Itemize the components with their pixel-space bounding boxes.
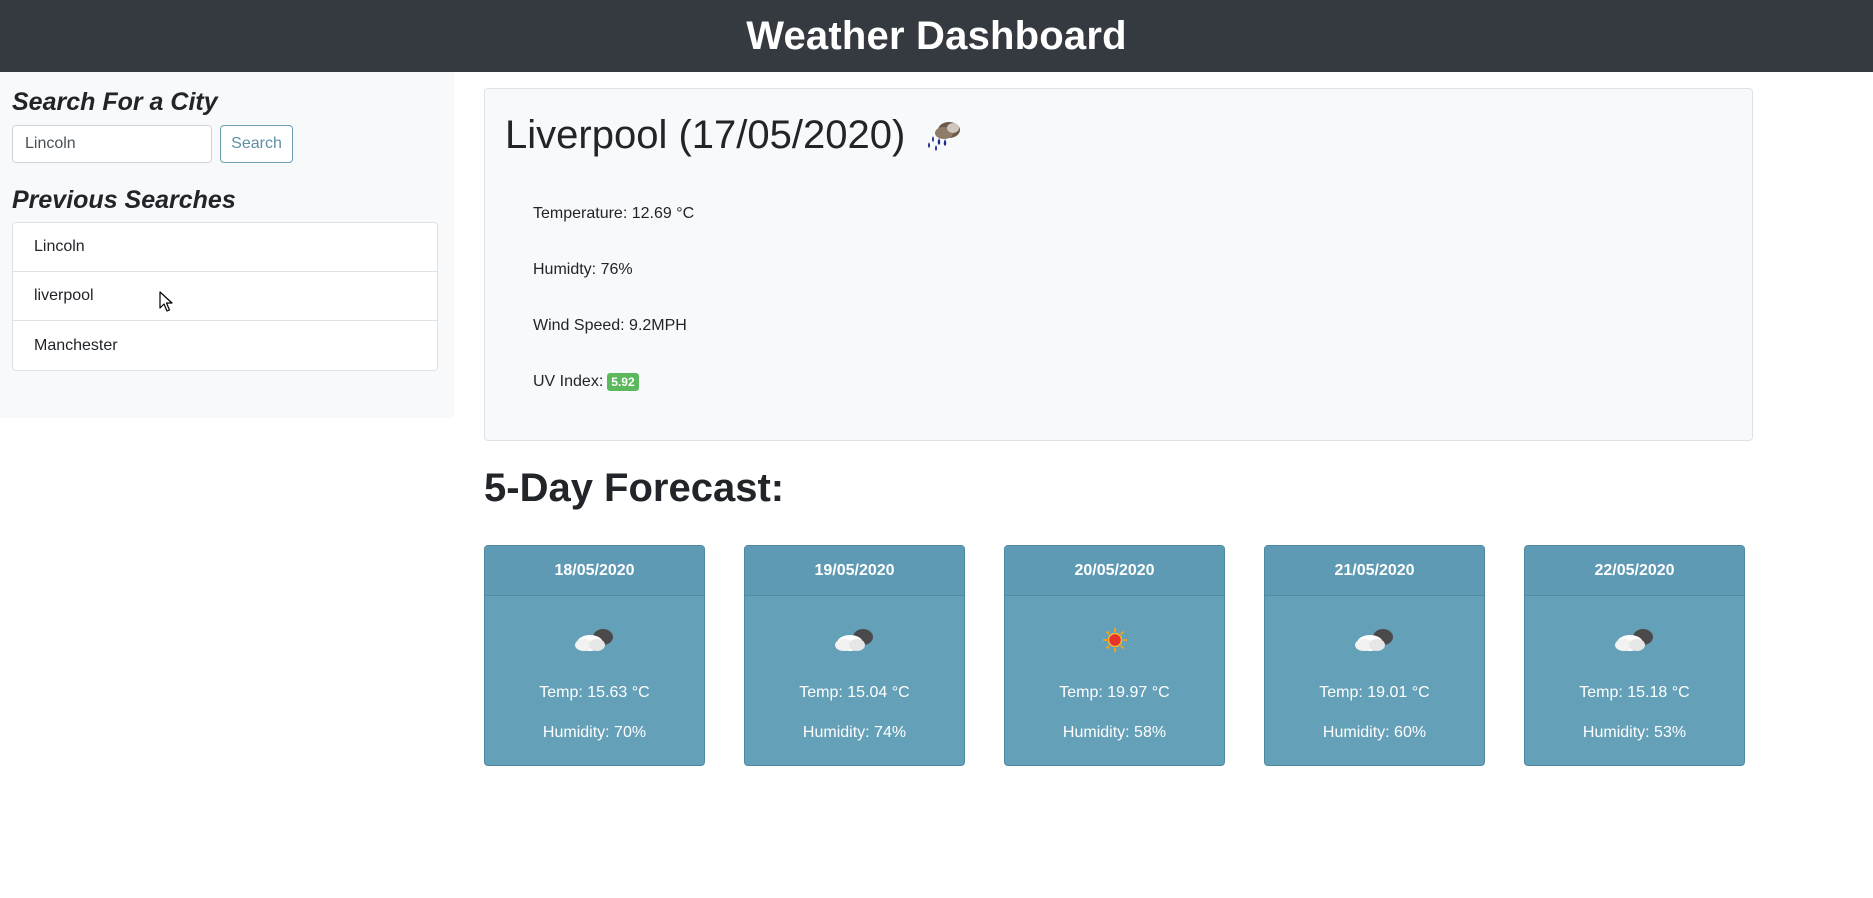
forecast-date: 22/05/2020 bbox=[1525, 546, 1744, 596]
forecast-card: 20/05/2020 Temp: 19.97 °C Humidity: 58% bbox=[1004, 545, 1225, 766]
previous-searches-list: Lincoln liverpool Manchester bbox=[12, 222, 438, 371]
mouse-cursor-icon bbox=[159, 291, 173, 318]
cloud-icon bbox=[485, 626, 704, 654]
forecast-date: 21/05/2020 bbox=[1265, 546, 1484, 596]
forecast-humidity: Humidity: 70% bbox=[542, 724, 647, 741]
forecast-temp: Temp: 15.04 °C bbox=[799, 684, 910, 701]
city-date-label: Liverpool (17/05/2020) bbox=[505, 113, 906, 157]
cloud-icon bbox=[1525, 626, 1744, 654]
cloud-icon bbox=[745, 626, 964, 654]
sidebar: Search For a City Search Previous Search… bbox=[0, 72, 454, 418]
uv-index-label: UV Index: bbox=[533, 373, 604, 390]
forecast-temp: Temp: 19.97 °C bbox=[1059, 684, 1170, 701]
forecast-humidity: Humidity: 74% bbox=[802, 724, 907, 741]
cloud-icon bbox=[1265, 626, 1484, 654]
search-button[interactable]: Search bbox=[220, 125, 293, 163]
forecast-date: 18/05/2020 bbox=[485, 546, 704, 596]
uv-index-badge: 5.92 bbox=[607, 373, 639, 391]
temperature-text: Temperature: 12.69 °C bbox=[533, 205, 695, 222]
forecast-humidity: Humidity: 60% bbox=[1322, 724, 1427, 741]
current-weather-panel: Liverpool (17/05/2020) Temperature: 12.6… bbox=[484, 88, 1753, 441]
forecast-heading: 5-Day Forecast: bbox=[484, 466, 785, 510]
forecast-humidity: Humidity: 58% bbox=[1062, 724, 1167, 741]
current-weather-title: Liverpool (17/05/2020) bbox=[505, 113, 963, 158]
search-heading: Search For a City bbox=[12, 88, 218, 116]
forecast-card: 21/05/2020 Temp: 19.01 °C Humidity: 60% bbox=[1264, 545, 1485, 766]
forecast-card: 22/05/2020 Temp: 15.18 °C Humidity: 53% bbox=[1524, 545, 1745, 766]
sun-icon bbox=[1005, 626, 1224, 654]
previous-searches-heading: Previous Searches bbox=[12, 186, 236, 214]
city-search-input[interactable] bbox=[12, 125, 212, 163]
forecast-temp: Temp: 15.63 °C bbox=[539, 684, 650, 701]
forecast-temp: Temp: 15.18 °C bbox=[1579, 684, 1690, 701]
rain-cloud-icon bbox=[923, 118, 963, 154]
previous-search-item[interactable]: Lincoln bbox=[13, 223, 437, 272]
forecast-humidity: Humidity: 53% bbox=[1582, 724, 1687, 741]
uv-index-row: UV Index: 5.92 bbox=[533, 373, 639, 391]
forecast-temp: Temp: 19.01 °C bbox=[1319, 684, 1430, 701]
humidity-text: Humidty: 76% bbox=[533, 261, 633, 278]
forecast-card: 18/05/2020 Temp: 15.63 °C Humidity: 70% bbox=[484, 545, 705, 766]
forecast-date: 20/05/2020 bbox=[1005, 546, 1224, 596]
previous-search-item[interactable]: liverpool bbox=[13, 272, 437, 321]
forecast-card: 19/05/2020 Temp: 15.04 °C Humidity: 74% bbox=[744, 545, 965, 766]
wind-speed-text: Wind Speed: 9.2MPH bbox=[533, 317, 687, 334]
page-title: Weather Dashboard bbox=[746, 13, 1127, 58]
header-bar: Weather Dashboard bbox=[0, 0, 1873, 72]
previous-search-item[interactable]: Manchester bbox=[13, 321, 437, 370]
forecast-date: 19/05/2020 bbox=[745, 546, 964, 596]
